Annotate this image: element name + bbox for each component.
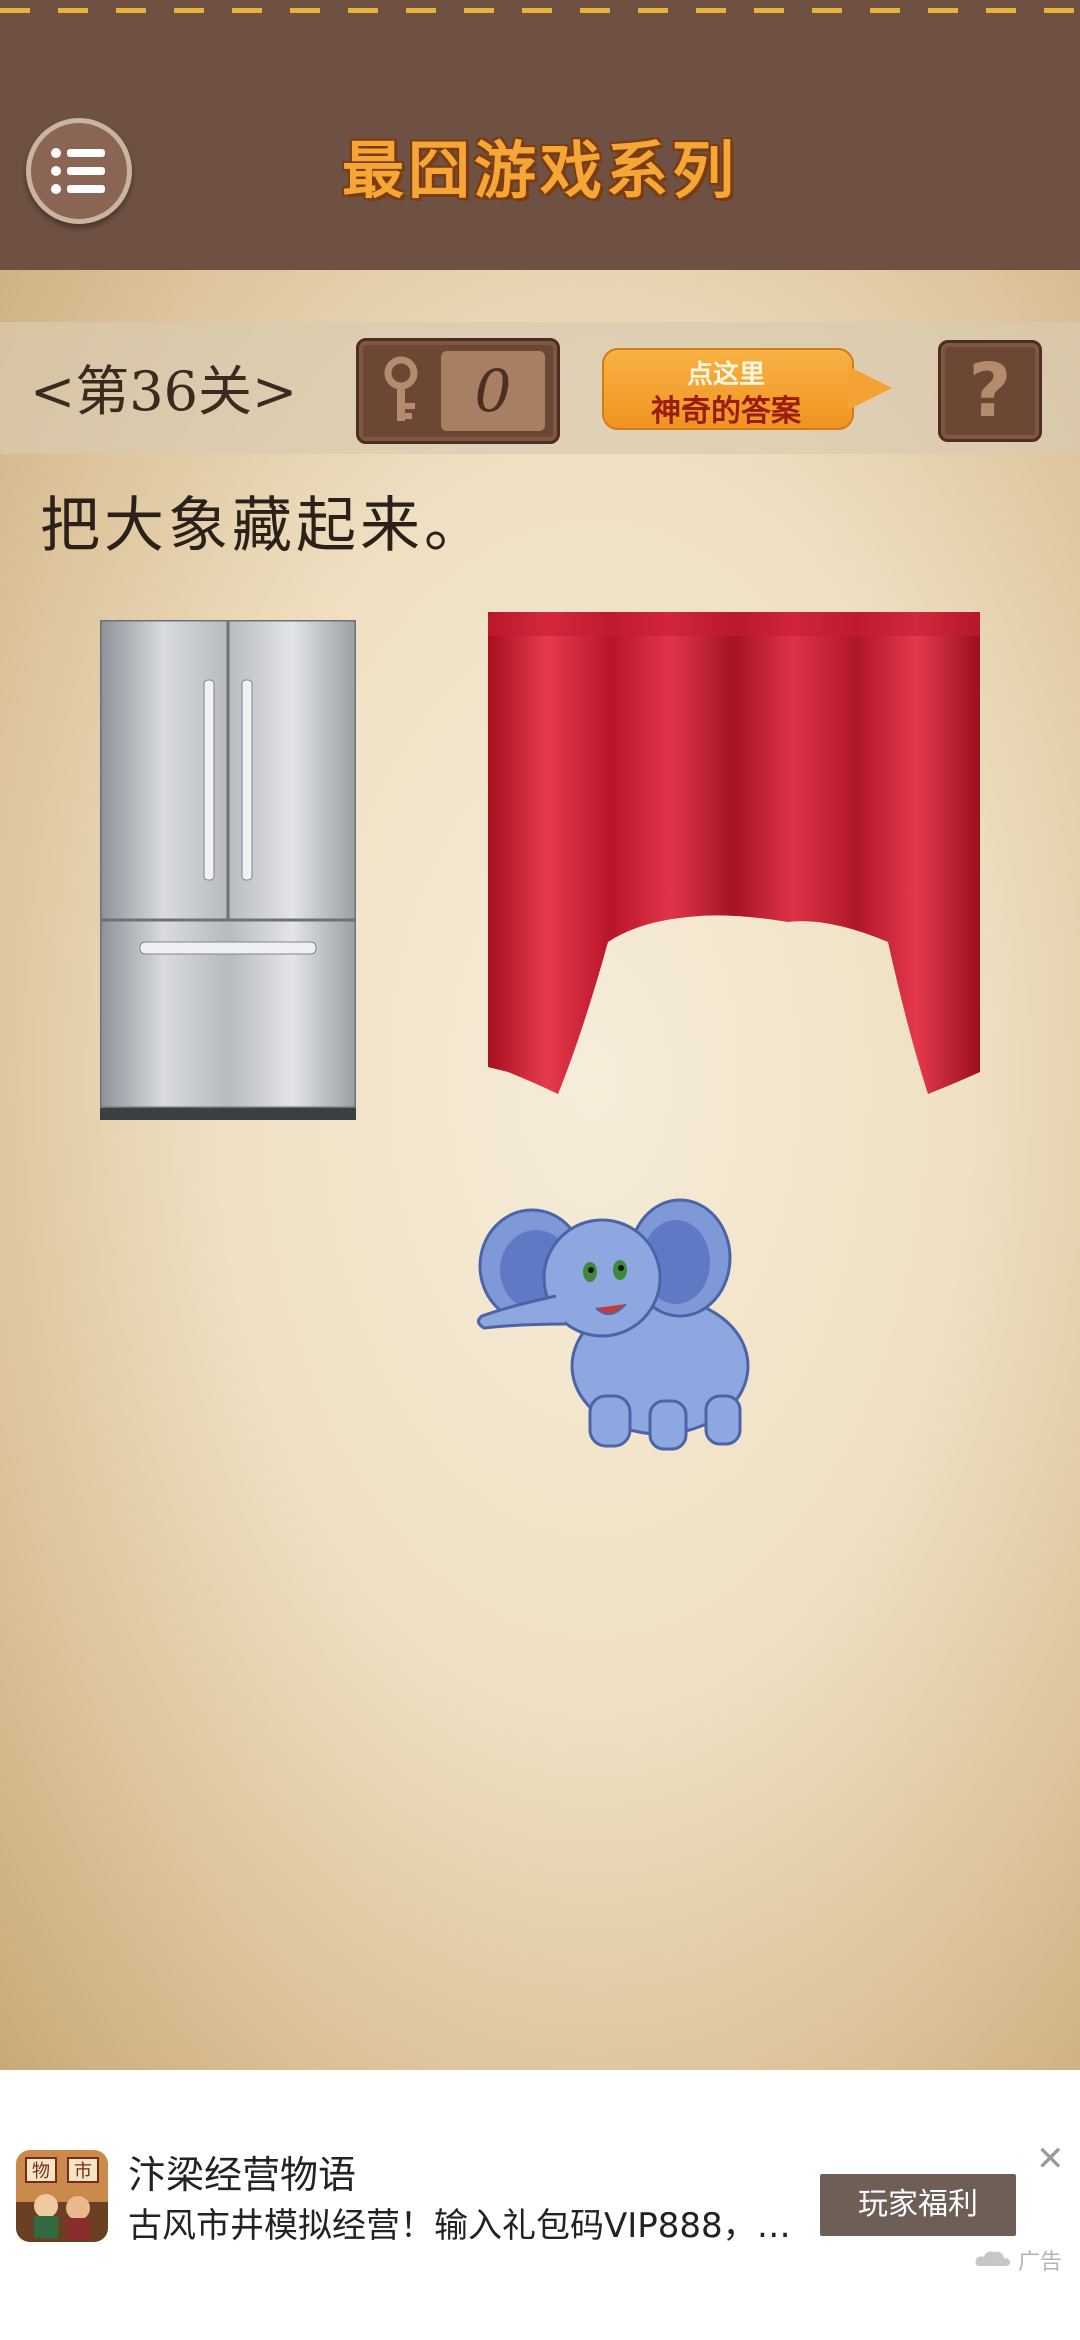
refrigerator[interactable] [100,620,356,1120]
game-title: 最囧游戏系列 [341,134,738,207]
ad-cta-button[interactable]: 玩家福利 [820,2174,1016,2236]
header-dash-border [0,8,1080,13]
help-button[interactable]: ? [938,340,1042,442]
cloud-icon [975,2251,1011,2266]
ad-title[interactable]: 汴梁经营物语 [128,2144,356,2199]
header-bar: 最囧游戏系列 [0,0,1080,270]
svg-text:市: 市 [74,2161,92,2182]
svg-text:物: 物 [32,2161,50,2182]
close-icon[interactable]: ✕ [1036,2142,1065,2176]
red-curtain[interactable] [488,612,980,1094]
key-counter: 0 [356,338,560,444]
puzzle-question: 把大象藏起来。 [40,491,488,561]
ad-description[interactable]: 古风市井模拟经营！输入礼包码VIP888，送海量福利 [128,2198,818,2247]
question-mark-icon: ? [968,348,1012,434]
ad-badge: 广告 [1018,2250,1063,2275]
answer-button-line2: 神奇的答案 [651,394,801,429]
magic-answer-button[interactable]: 点这里 神奇的答案 [602,348,902,430]
elephant[interactable] [470,1196,780,1456]
key-count: 0 [441,351,545,431]
ad-app-icon[interactable]: 物 市 [16,2150,108,2242]
key-icon [384,356,418,421]
arrow-right-icon [848,366,892,410]
level-label: <第36关> [30,360,298,423]
